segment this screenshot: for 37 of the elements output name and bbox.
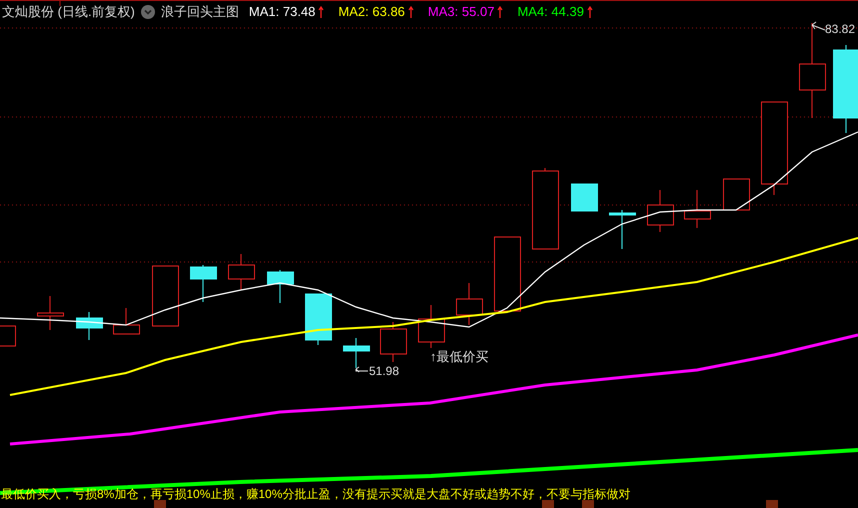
- event-marker-icon: [582, 500, 594, 508]
- up-arrow-icon: [318, 6, 324, 18]
- candlestick: [190, 264, 217, 302]
- buy-signal-label: ↑最低价买: [430, 348, 488, 366]
- indicator-name: 浪子回头主图: [160, 3, 239, 22]
- event-marker-icon: [542, 500, 554, 508]
- candlestick: [152, 266, 179, 326]
- stock-title: 文灿股份 (日线.前复权): [2, 3, 135, 22]
- candlestick: [418, 304, 445, 348]
- leader-line: [356, 366, 368, 372]
- low-price-label: 51.98: [369, 363, 400, 380]
- high-price-label: 83.82: [825, 21, 856, 38]
- candlestick: [723, 178, 750, 210]
- chevron-down-icon[interactable]: [140, 5, 155, 19]
- candlestick: [609, 210, 636, 250]
- candlestick: [380, 322, 407, 362]
- moving-average-value: MA3: 55.07: [428, 3, 494, 22]
- up-arrow-icon: [497, 6, 504, 18]
- up-arrow-icon: [586, 6, 593, 18]
- candlestick: [267, 270, 294, 304]
- candlestick: [343, 338, 370, 368]
- candlestick: [37, 296, 64, 330]
- moving-average-value: MA4: 44.39: [517, 3, 584, 22]
- moving-average-value: MA2: 63.86: [338, 3, 405, 22]
- event-marker-icon: [154, 500, 166, 508]
- up-arrow-icon: [408, 6, 414, 18]
- event-marker-icon: [766, 500, 778, 508]
- candlestick: [76, 312, 103, 340]
- candlestick: [305, 294, 332, 346]
- candlestick: [647, 190, 674, 232]
- leader-line: [812, 22, 826, 30]
- candlestick: [456, 282, 483, 326]
- candlestick: [684, 190, 711, 228]
- candlestick: [571, 184, 598, 212]
- candlestick: [228, 254, 255, 290]
- moving-average-value: MA1: 73.48: [248, 3, 316, 22]
- candlestick: [113, 308, 140, 334]
